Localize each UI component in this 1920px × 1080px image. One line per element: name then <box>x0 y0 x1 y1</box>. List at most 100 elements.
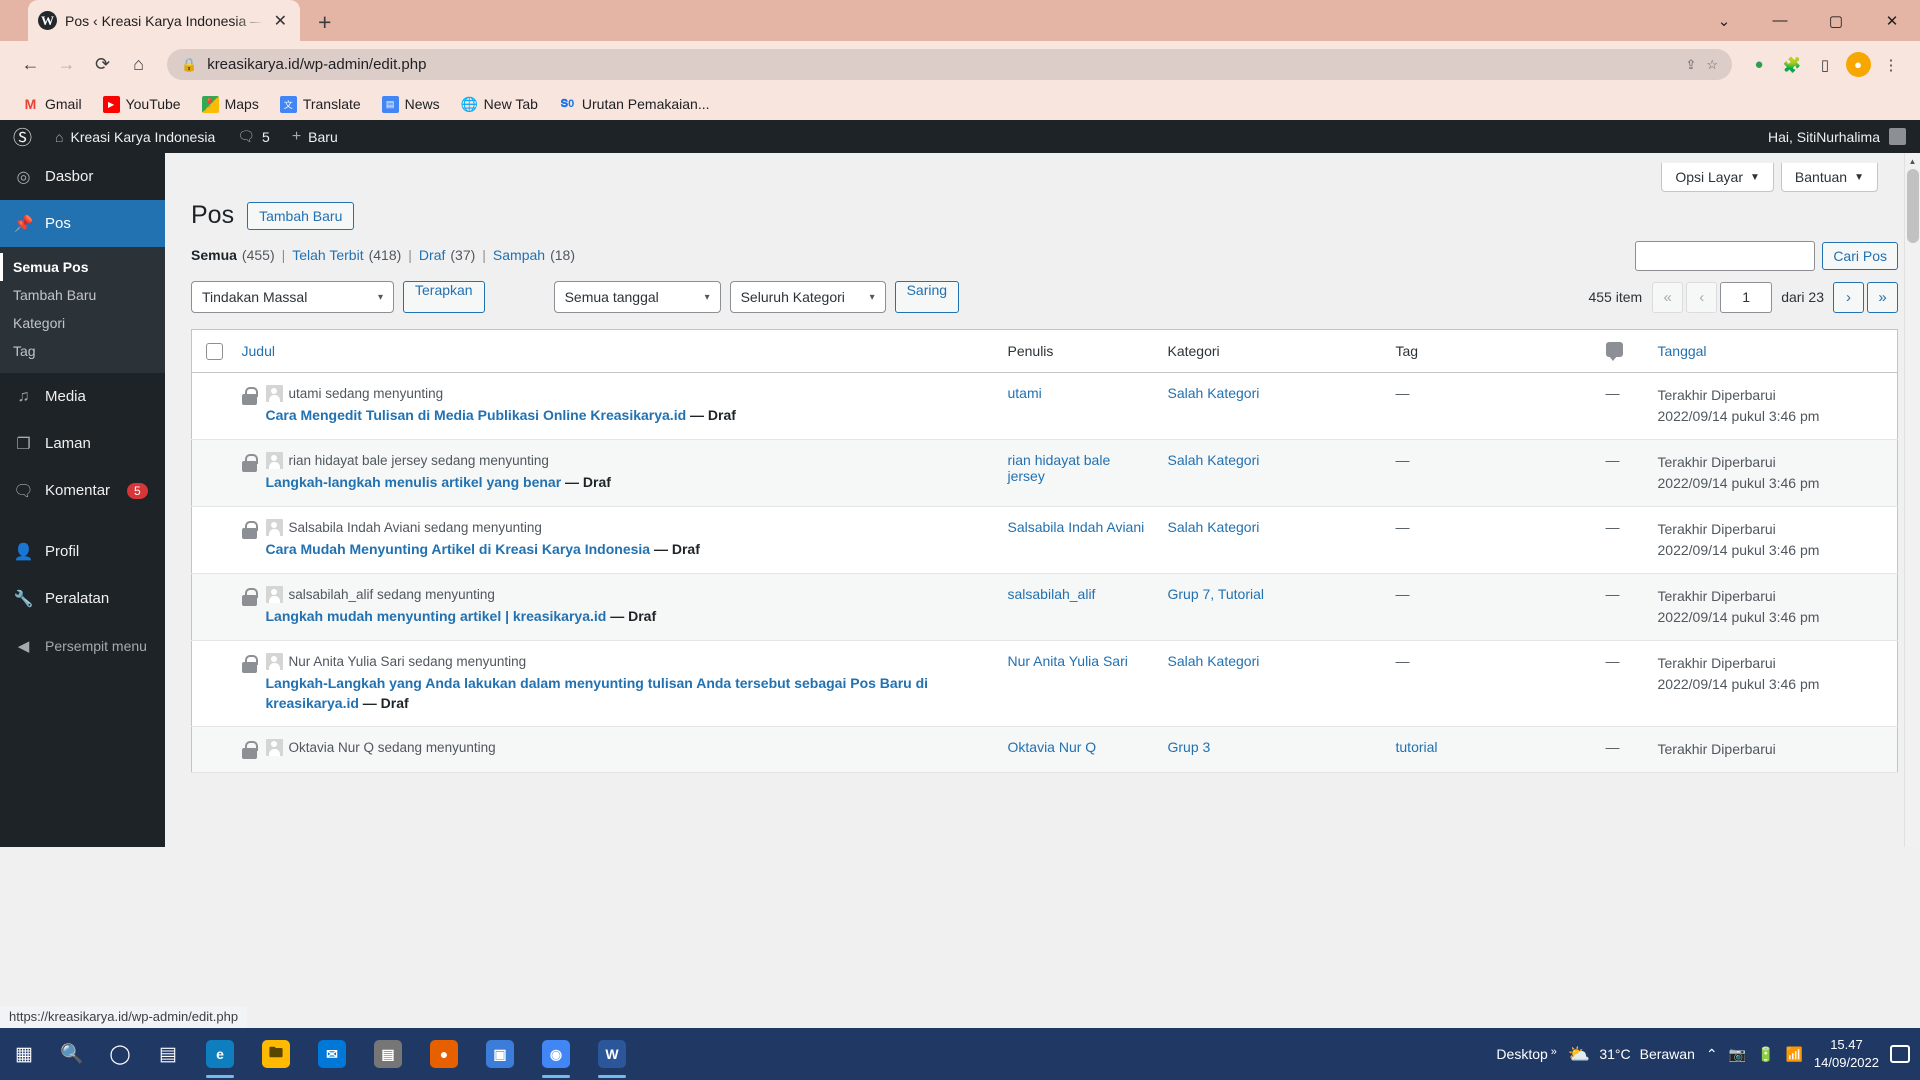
windows-start-icon[interactable]: ▦ <box>0 1028 48 1080</box>
header-tanggal[interactable]: Tanggal <box>1647 329 1898 373</box>
category-filter-select[interactable]: Seluruh Kategori ▾ <box>729 281 886 313</box>
clock[interactable]: 15.47 14/09/2022 <box>1814 1036 1879 1071</box>
category-link[interactable]: Salah Kategori <box>1168 653 1260 669</box>
browser-menu-icon[interactable]: ⋮ <box>1876 50 1906 80</box>
post-title-link[interactable]: Cara Mudah Menyunting Artikel di Kreasi … <box>266 541 651 557</box>
maximize-button[interactable]: ▢ <box>1808 0 1864 41</box>
reload-icon[interactable]: ⟳ <box>86 48 119 81</box>
table-row[interactable]: salsabilah_alif sedang menyunting Langka… <box>191 573 1898 641</box>
bulk-action-select[interactable]: Tindakan Massal ▾ <box>191 281 394 313</box>
sidebar-item-pos[interactable]: 📌 Pos <box>0 200 165 247</box>
camera-icon[interactable]: 📷 <box>1729 1046 1746 1063</box>
bookmark-star-icon[interactable]: ☆ <box>1706 57 1718 73</box>
battery-icon[interactable]: 🔋 <box>1757 1046 1774 1063</box>
bookmark-maps[interactable]: 📍 Maps <box>194 92 267 117</box>
category-link[interactable]: Salah Kategori <box>1168 385 1260 401</box>
bookmark-new-tab[interactable]: 🌐 New Tab <box>453 92 546 117</box>
bookmark-youtube[interactable]: ▶ YouTube <box>95 92 189 117</box>
prev-page-button[interactable]: ‹ <box>1686 281 1718 313</box>
desktop-label[interactable]: Desktop » <box>1496 1046 1556 1062</box>
post-title-link[interactable]: Langkah mudah menyunting artikel | kreas… <box>266 608 607 624</box>
sidebar-item-laman[interactable]: ❐ Laman <box>0 420 165 467</box>
task-view-icon[interactable]: ▤ <box>144 1028 192 1080</box>
table-row[interactable]: Salsabila Indah Aviani sedang menyunting… <box>191 506 1898 574</box>
author-link[interactable]: rian hidayat bale jersey <box>1008 452 1111 484</box>
filter-button[interactable]: Saring <box>894 281 960 313</box>
chrome-icon[interactable]: ◉ <box>528 1028 584 1080</box>
extension-shield-icon[interactable]: ● <box>1744 50 1774 80</box>
site-name-link[interactable]: ⌂ Kreasi Karya Indonesia <box>44 120 226 153</box>
search-submit-button[interactable]: Cari Pos <box>1822 242 1898 270</box>
author-link[interactable]: Nur Anita Yulia Sari <box>1008 653 1128 669</box>
sidebar-item-semua-pos[interactable]: Semua Pos <box>0 253 165 281</box>
firefox-icon[interactable]: ● <box>416 1028 472 1080</box>
file-explorer-icon[interactable]: 🖿 <box>248 1028 304 1080</box>
sidepanel-icon[interactable]: ▯ <box>1810 50 1840 80</box>
header-judul[interactable]: Judul <box>231 329 998 373</box>
tray-expand-icon[interactable]: ⌃ <box>1706 1046 1718 1063</box>
author-link[interactable]: Salsabila Indah Aviani <box>1008 519 1145 535</box>
status-link-draf[interactable]: Draf <box>419 247 445 263</box>
status-link-semua[interactable]: Semua <box>191 247 237 263</box>
store-icon[interactable]: ▤ <box>360 1028 416 1080</box>
author-link[interactable]: Oktavia Nur Q <box>1008 739 1097 755</box>
scrollbar-thumb[interactable] <box>1907 169 1919 243</box>
edge-icon[interactable]: e <box>192 1028 248 1080</box>
first-page-button[interactable]: « <box>1652 281 1684 313</box>
sidebar-item-profil[interactable]: 👤 Profil <box>0 528 165 575</box>
wordpress-logo-icon[interactable]: Ⓢ <box>0 120 44 153</box>
current-page-input[interactable]: 1 <box>1720 281 1773 313</box>
last-page-button[interactable]: » <box>1867 281 1898 313</box>
date-filter-select[interactable]: Semua tanggal ▾ <box>553 281 721 313</box>
browser-tab[interactable]: W Pos ‹ Kreasi Karya Indonesia — W ✕ <box>28 0 300 41</box>
weather-widget[interactable]: ⛅ 31°C Berawan <box>1568 1044 1695 1065</box>
sidebar-item-peralatan[interactable]: 🔧 Peralatan <box>0 575 165 622</box>
category-link[interactable]: Salah Kategori <box>1168 519 1260 535</box>
table-row[interactable]: Oktavia Nur Q sedang menyunting Oktavia … <box>191 726 1898 773</box>
sidebar-item-dasbor[interactable]: ◎ Dasbor <box>0 153 165 200</box>
sidebar-item-tambah-baru[interactable]: Tambah Baru <box>0 281 165 309</box>
category-link[interactable]: Salah Kategori <box>1168 452 1260 468</box>
bookmark-translate[interactable]: 文 Translate <box>272 92 369 117</box>
bookmark-news[interactable]: ▤ News <box>374 92 448 117</box>
home-icon[interactable]: ⌂ <box>122 48 155 81</box>
post-title-link[interactable]: Cara Mengedit Tulisan di Media Publikasi… <box>266 407 687 423</box>
extensions-puzzle-icon[interactable]: 🧩 <box>1777 50 1807 80</box>
photos-icon[interactable]: ▣ <box>472 1028 528 1080</box>
post-title-link[interactable]: Langkah-langkah menulis artikel yang ben… <box>266 474 562 490</box>
sidebar-item-komentar[interactable]: 🗨 Komentar 5 <box>0 467 165 514</box>
help-button[interactable]: Bantuan ▼ <box>1780 163 1878 192</box>
new-content-link[interactable]: + Baru <box>281 120 349 153</box>
sidebar-item-collapse-menu[interactable]: ◀ Persempit menu <box>0 622 165 669</box>
notification-icon[interactable] <box>1890 1045 1910 1063</box>
scroll-up-arrow-icon[interactable]: ▲ <box>1905 153 1920 169</box>
author-link[interactable]: salsabilah_alif <box>1008 586 1096 602</box>
comments-link[interactable]: 🗨 5 <box>226 120 281 153</box>
search-input[interactable] <box>1635 241 1816 271</box>
tag-link[interactable]: tutorial <box>1396 739 1438 755</box>
author-link[interactable]: utami <box>1008 385 1042 401</box>
sidebar-item-media[interactable]: ♫ Media <box>0 373 165 420</box>
table-row[interactable]: utami sedang menyunting Cara Mengedit Tu… <box>191 372 1898 440</box>
page-scrollbar[interactable]: ▲ <box>1904 153 1920 847</box>
add-new-post-button[interactable]: Tambah Baru <box>247 201 355 230</box>
next-page-button[interactable]: › <box>1833 281 1864 313</box>
cortana-circle-icon[interactable]: ◯ <box>96 1028 144 1080</box>
category-link[interactable]: Grup 7, Tutorial <box>1168 586 1265 602</box>
bookmark-gmail[interactable]: M Gmail <box>14 92 90 117</box>
mail-icon[interactable]: ✉ <box>304 1028 360 1080</box>
table-row[interactable]: Nur Anita Yulia Sari sedang menyunting L… <box>191 640 1898 727</box>
share-icon[interactable]: ⇪ <box>1685 57 1696 73</box>
screen-options-button[interactable]: Opsi Layar ▼ <box>1661 163 1774 192</box>
select-all-checkbox[interactable] <box>206 342 223 360</box>
profile-avatar[interactable]: ● <box>1843 50 1873 80</box>
account-area[interactable]: Hai, SitiNurhalima <box>1768 120 1920 153</box>
close-window-button[interactable]: ✕ <box>1864 0 1920 41</box>
new-tab-button[interactable]: + <box>318 11 331 34</box>
wifi-icon[interactable]: 📶 <box>1785 1046 1802 1063</box>
category-link[interactable]: Grup 3 <box>1168 739 1211 755</box>
bookmark-urutan[interactable]: 𝐒0 Urutan Pemakaian... <box>551 92 718 117</box>
sidebar-item-kategori[interactable]: Kategori <box>0 309 165 337</box>
search-icon[interactable]: 🔍 <box>48 1028 96 1080</box>
minimize-button[interactable]: — <box>1752 0 1808 41</box>
